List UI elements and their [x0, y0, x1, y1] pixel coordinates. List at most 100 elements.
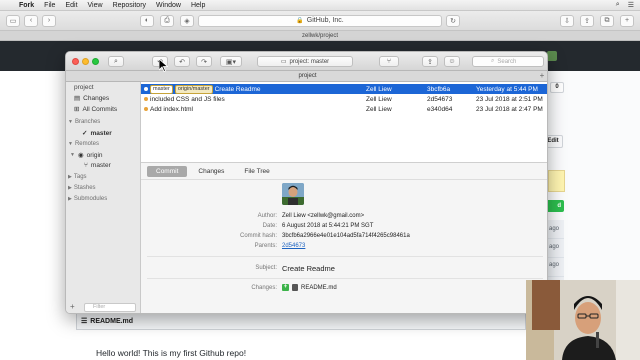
sidebar-item-remote-master[interactable]: ⑂ master [84, 162, 111, 169]
disclosure-expanded-icon: ▼ [68, 141, 73, 147]
privacy-icon[interactable]: ◐ [140, 14, 154, 27]
search-icon: ⌕ [491, 58, 495, 64]
sidebar-item-all-commits[interactable]: ⊞ All Commits [74, 105, 117, 114]
stash-icon[interactable]: ▣▾ [220, 56, 242, 67]
author-value: Zell Liew <zellwk@gmail.com> [282, 213, 365, 219]
menu-window[interactable]: Window [156, 2, 181, 9]
share-sheet-icon[interactable]: ⇪ [580, 14, 594, 27]
tab-changes[interactable]: Changes [189, 166, 233, 177]
subject-value: Create Readme [282, 264, 335, 273]
disclosure-expanded-icon: ▼ [70, 152, 75, 158]
repository-selector[interactable]: ▭ project: master [257, 56, 353, 67]
commit-search-input[interactable]: ⌕ Search [472, 56, 544, 67]
reload-icon[interactable]: ↻ [446, 14, 460, 27]
menubar-status-area: ⌕ ☰ [616, 1, 640, 9]
commits-icon: ⊞ [74, 106, 80, 113]
back-button[interactable]: ‹ [24, 14, 38, 27]
menu-repository[interactable]: Repository [113, 2, 146, 9]
sidebar-section-stashes[interactable]: ▶ Stashes [68, 185, 96, 191]
parents-label: Parents: [254, 243, 277, 249]
commit-author: Zell Liew [366, 95, 392, 103]
menu-bar: Fork File Edit View Repository Window He… [0, 0, 640, 11]
mouse-cursor-icon [158, 58, 169, 74]
share-icon[interactable]: ⎙ [160, 14, 174, 27]
sidebar-section-label: Submodules [73, 196, 108, 202]
forward-button[interactable]: › [42, 14, 56, 27]
disclosure-expanded-icon: ▼ [68, 119, 73, 125]
sidebar-item-label: origin [86, 151, 103, 159]
feedback-icon[interactable]: ☺ [444, 56, 460, 67]
sidebar-section-branches[interactable]: ▼ Branches [68, 119, 100, 125]
sidebar-toggle-icon[interactable]: ▭ [6, 14, 20, 27]
github-file-age: ago [549, 226, 560, 232]
push-icon[interactable]: ↷ [196, 56, 212, 67]
sidebar-item-changes[interactable]: ▤ Changes [74, 94, 109, 103]
branch-icon: ⑂ [84, 162, 88, 169]
commit-detail-pane: Commit Changes File Tree Author: Zell Li… [141, 163, 547, 313]
menu-file[interactable]: File [44, 2, 55, 9]
commit-row[interactable]: Add index.html Zell Liew e340d64 23 Jul … [141, 104, 547, 114]
changed-file-row[interactable]: + README.md [282, 284, 337, 291]
close-window-button[interactable] [72, 58, 79, 65]
commit-list: master origin/master Create Readme Zell … [141, 82, 547, 162]
github-page-left [0, 71, 64, 360]
pull-icon[interactable]: ↶ [174, 56, 190, 67]
menu-view[interactable]: View [88, 2, 103, 9]
date-label: Date: [262, 223, 277, 229]
commit-date: Yesterday at 5:44 PM [476, 85, 538, 93]
author-label: Author: [257, 213, 277, 219]
minimize-window-button[interactable] [82, 58, 89, 65]
sidebar-repo-title: project [74, 84, 94, 91]
zoom-window-button[interactable] [92, 58, 99, 65]
commit-row[interactable]: included CSS and JS files Zell Liew 2d54… [141, 94, 547, 104]
browser-toolbar: ▭ ‹ › ◐ ⎙ ◈ 🔒 GitHub, Inc. ↻ ⇩ ⇪ ⧉ + [0, 11, 640, 31]
add-tab-button[interactable]: + [537, 71, 547, 81]
sidebar-item-branch-master[interactable]: ✓ master [82, 129, 112, 138]
share-icon[interactable]: ⇪ [422, 56, 438, 67]
new-tab-button[interactable]: + [620, 14, 634, 27]
address-bar[interactable]: 🔒 GitHub, Inc. [198, 14, 442, 27]
commit-author: Zell Liew [366, 105, 392, 113]
add-icon[interactable]: + [70, 302, 75, 311]
divider [141, 179, 547, 180]
sidebar-section-submodules[interactable]: ▶ Submodules [68, 196, 107, 202]
sidebar-section-tags[interactable]: ▶ Tags [68, 174, 87, 180]
fork-window: ⌕ ⟲ ↶ ↷ ▣▾ ▭ project: master ⑂ ⇪ ☺ ⌕ Sea… [65, 51, 548, 314]
parent-commit-link[interactable]: 2d54673 [282, 243, 305, 249]
repo-icon: ▭ [280, 59, 287, 65]
fork-tab-label: project [298, 73, 317, 79]
browser-tab[interactable]: zellwk/project [0, 31, 640, 41]
shield-icon[interactable]: ◈ [180, 14, 194, 27]
tab-commit[interactable]: Commit [147, 166, 188, 177]
github-count-badge: 0 [550, 82, 564, 93]
changes-icon: ▤ [74, 95, 81, 102]
added-file-icon: + [282, 284, 289, 291]
commit-message: Create Readme [214, 85, 261, 93]
sidebar-section-label: Branches [74, 119, 101, 125]
quick-launch-icon[interactable]: ⌕ [108, 56, 124, 67]
sidebar-item-label: master [90, 129, 112, 137]
commit-graph-node [144, 107, 148, 111]
downloads-icon[interactable]: ⇩ [560, 14, 574, 27]
menu-help[interactable]: Help [191, 2, 205, 9]
fork-tab[interactable]: project + [66, 71, 547, 82]
sidebar-section-remotes[interactable]: ▼ Remotes [68, 141, 99, 147]
menu-app-name[interactable]: Fork [19, 2, 34, 9]
sidebar-section-label: Remotes [74, 141, 99, 147]
disclosure-collapsed-icon: ▶ [68, 185, 72, 191]
spotlight-icon[interactable]: ⌕ [616, 1, 620, 9]
repo-select-label: project: master [289, 58, 330, 65]
detail-tabs: Commit Changes File Tree [147, 166, 279, 177]
commit-hash-value: 3bcfb6a2966e4e01e104ad5fa714f4265c98461a [282, 233, 410, 239]
menu-edit[interactable]: Edit [65, 2, 77, 9]
sidebar-item-remote-origin[interactable]: ▼ ◉ origin [70, 151, 103, 160]
sidebar-filter-input[interactable]: Filter [84, 303, 136, 312]
sidebar-item-label: master [90, 162, 111, 169]
branch-icon[interactable]: ⑂ [379, 56, 399, 67]
notification-center-icon[interactable]: ☰ [628, 1, 634, 9]
github-avatar[interactable] [547, 51, 557, 61]
tab-file-tree[interactable]: File Tree [235, 166, 278, 177]
tabs-overview-icon[interactable]: ⧉ [600, 14, 614, 27]
commit-row[interactable]: master origin/master Create Readme Zell … [141, 84, 547, 94]
commit-sha: e340d64 [427, 105, 453, 113]
